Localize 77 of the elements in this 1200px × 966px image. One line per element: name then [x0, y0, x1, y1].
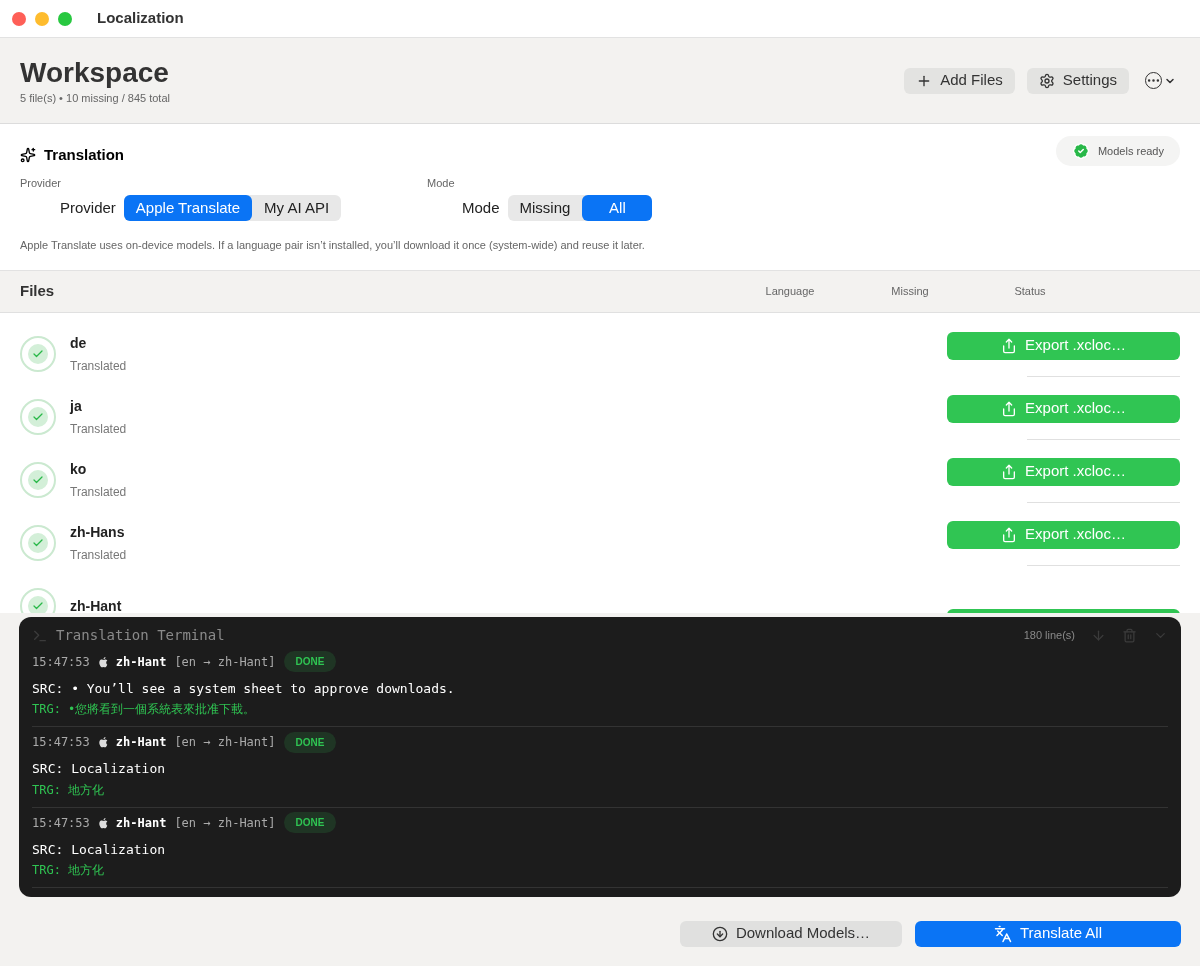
share-icon	[1001, 400, 1018, 417]
file-language: ja	[70, 397, 83, 416]
settings-button[interactable]: Settings	[1026, 67, 1129, 94]
check-icon	[28, 470, 48, 490]
trash-icon[interactable]	[1122, 628, 1137, 643]
check-icon	[28, 596, 48, 613]
share-icon	[1001, 526, 1018, 543]
file-status: Translated	[70, 484, 128, 501]
log-target: TRG: 地方化	[32, 862, 106, 879]
translate-all-button[interactable]: Translate All	[915, 920, 1181, 947]
check-icon	[28, 407, 48, 427]
info-note: Apple Translate uses on-device models. If a language pair isn’t installed, you’ll download it once (system-wide) and reuse it later.	[20, 238, 646, 253]
done-badge: DONE	[283, 731, 337, 753]
share-icon	[1001, 337, 1018, 354]
check-icon	[28, 344, 48, 364]
download-icon	[711, 925, 728, 942]
segment-option[interactable]: All	[582, 195, 653, 221]
apple-icon	[97, 655, 108, 668]
translate-icon	[994, 924, 1012, 943]
export-button[interactable]: Export .xcloc…	[947, 520, 1180, 549]
field-caption: Mode	[427, 175, 456, 191]
file-language: zh-Hant	[70, 596, 123, 613]
models-status-badge: Models ready	[1055, 136, 1180, 167]
log-pair: [en → zh-Hant]	[174, 734, 276, 751]
file-language: ko	[70, 460, 88, 479]
terminal-title: Translation Terminal	[56, 626, 226, 645]
window-title: Localization	[97, 8, 184, 29]
column-header: Status	[1013, 283, 1047, 299]
log-target: TRG: 地方化	[32, 781, 106, 799]
segment-option[interactable]: Missing	[507, 195, 583, 221]
file-language: de	[70, 334, 88, 353]
zoom-button[interactable]	[58, 11, 72, 26]
export-button[interactable]: Export .xcloc…	[947, 331, 1180, 360]
download-models-button[interactable]: Download Models…	[680, 920, 902, 947]
verified-badge-icon	[1071, 142, 1090, 161]
line-count: 180 line(s)	[1023, 628, 1075, 644]
add-files-button[interactable]: Add Files	[904, 67, 1015, 94]
log-language: zh-Hant	[115, 653, 167, 671]
file-language: zh-Hans	[70, 523, 126, 542]
done-badge: DONE	[283, 812, 337, 833]
log-language: zh-Hant	[115, 734, 167, 751]
log-pair: [en → zh-Hant]	[174, 653, 276, 671]
log-time: 15:47:53	[32, 814, 90, 832]
column-header: Language	[764, 283, 816, 299]
log-source: SRC: • You’ll see a system sheet to approve downloads.	[32, 679, 456, 698]
file-status: Translated	[70, 547, 128, 564]
log-language: zh-Hant	[115, 814, 167, 832]
section-title: Translation	[44, 145, 125, 165]
log-source: SRC: Localization	[32, 760, 167, 778]
file-status: Translated	[70, 358, 128, 375]
field-caption: Provider	[20, 175, 62, 191]
log-time: 15:47:53	[32, 653, 90, 671]
files-heading: Files	[20, 280, 56, 301]
check-icon	[28, 533, 48, 553]
segment-option[interactable]: My AI API	[252, 195, 342, 221]
apple-icon	[97, 736, 108, 748]
file-status: Translated	[70, 421, 128, 438]
apple-icon	[97, 816, 108, 829]
download-icon[interactable]	[1091, 628, 1106, 643]
log-pair: [en → zh-Hant]	[174, 814, 276, 832]
export-button[interactable]: Export .xcloc…	[947, 457, 1180, 486]
sparkles-icon	[20, 147, 36, 164]
column-header: Missing	[890, 283, 930, 299]
close-button[interactable]	[12, 11, 26, 26]
segment-label: Mode	[462, 197, 500, 218]
log-time: 15:47:53	[32, 734, 90, 751]
log-target: TRG: •您將看到一個系統表來批准下載。	[32, 701, 257, 718]
minimize-button[interactable]	[35, 11, 49, 26]
log-source: SRC: Localization	[32, 840, 167, 859]
segment-option[interactable]: Apple Translate	[123, 195, 253, 221]
done-badge: DONE	[283, 651, 337, 672]
settings-icon	[1038, 72, 1055, 89]
segment-label: Provider	[60, 197, 116, 218]
page-title: Workspace	[20, 55, 170, 90]
share-icon	[1001, 463, 1018, 480]
export-button[interactable]: Export .xcloc…	[947, 394, 1180, 423]
page-subtitle: 5 file(s) • 10 missing / 845 total	[20, 90, 170, 106]
